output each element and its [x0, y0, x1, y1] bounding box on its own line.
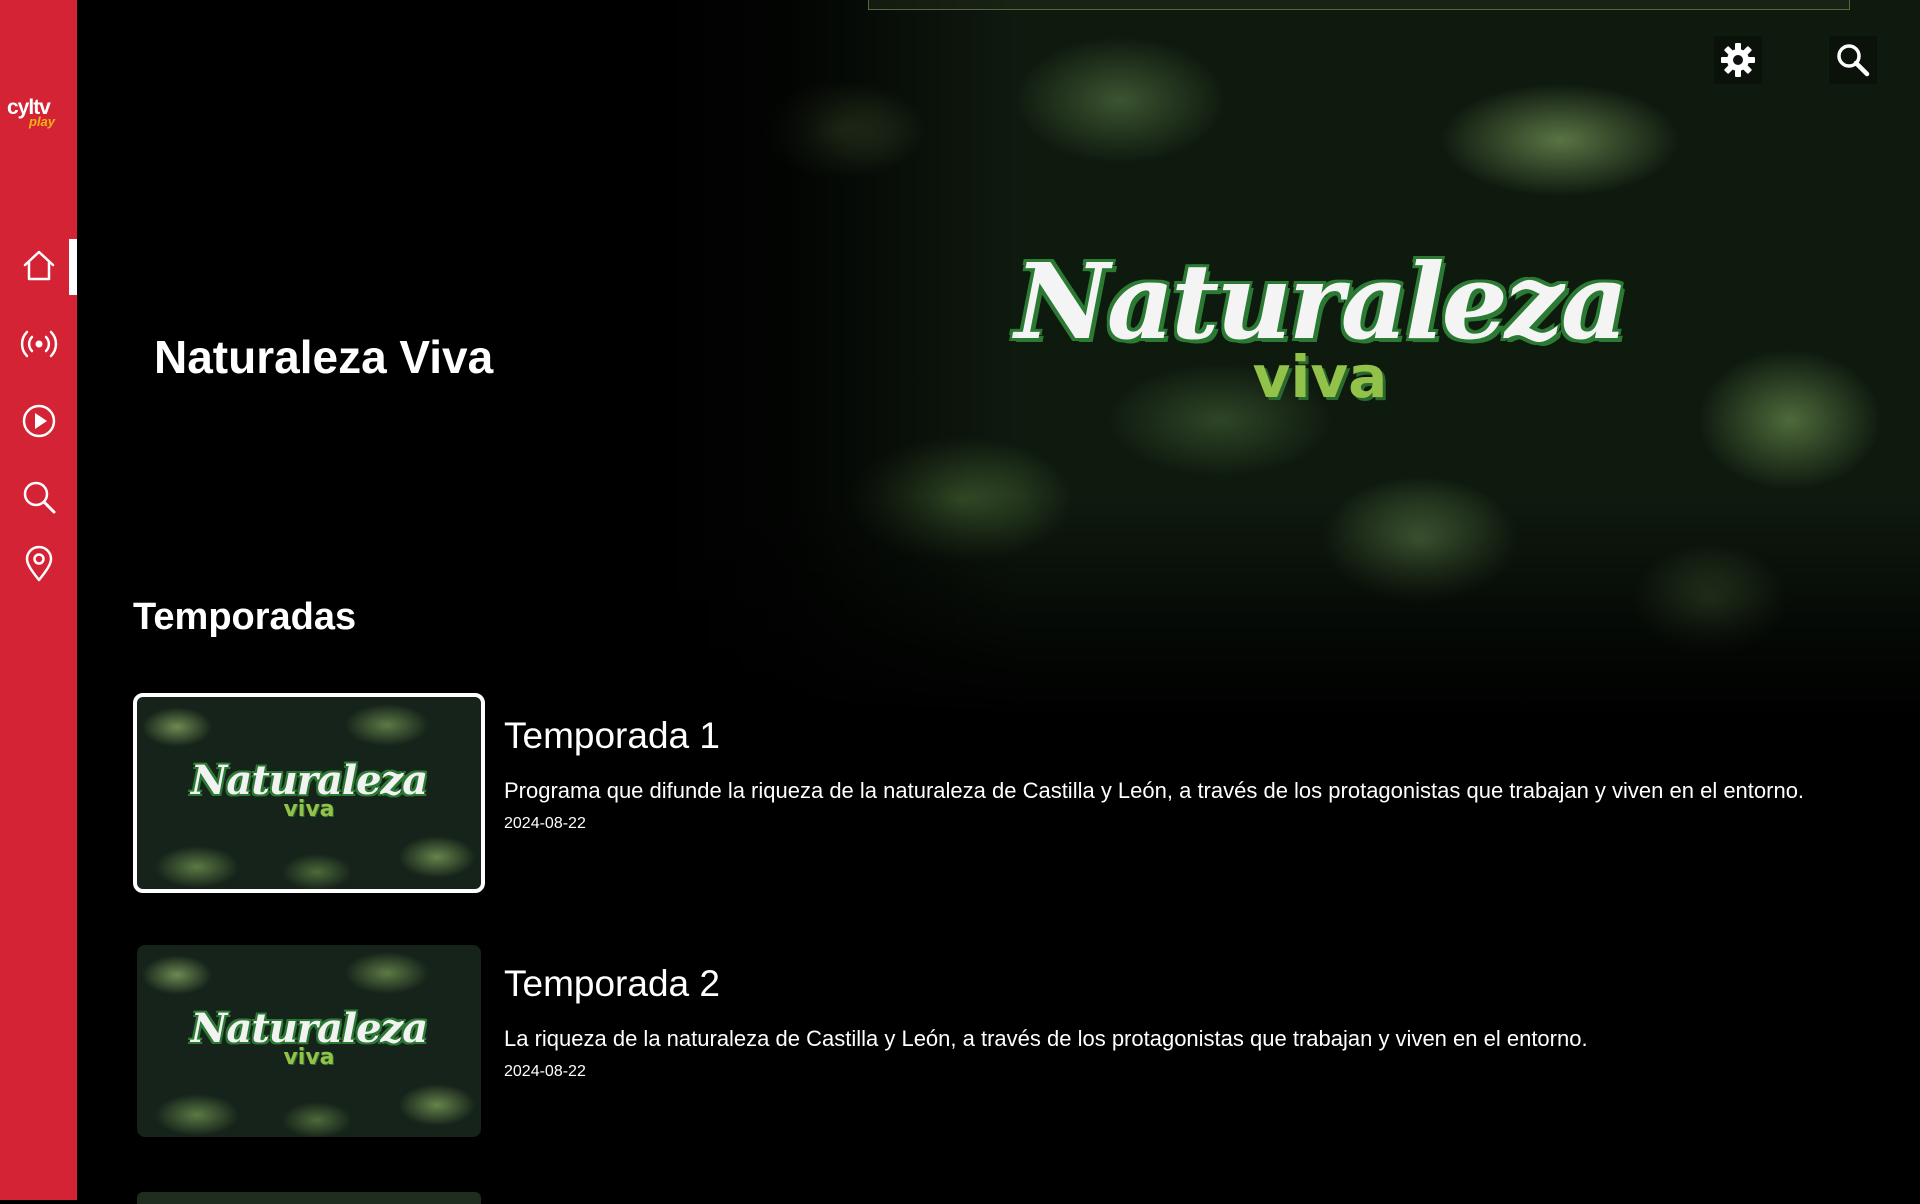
season-title: Temporada 2 [504, 963, 720, 1004]
season-title: Temporada 1 [504, 715, 720, 756]
settings-button[interactable] [1714, 36, 1762, 84]
seasons-heading: Temporadas [133, 596, 357, 638]
hero-fade-bottom [660, 495, 1920, 715]
thumbnail-logo-artwork: Naturaleza viva [137, 761, 481, 821]
sidebar-item-search[interactable] [0, 466, 77, 528]
sidebar-item-home[interactable] [0, 235, 77, 297]
season-date: 2024-08-22 [504, 1063, 586, 1080]
show-logo-artwork: Naturaleza viva [970, 240, 1670, 407]
season-description: Programa que difunde la riqueza de la na… [504, 778, 1805, 803]
season-date: 2024-08-22 [504, 815, 586, 832]
search-icon [23, 481, 55, 514]
gear-icon [1721, 43, 1755, 77]
season-info: Temporada 2 La riqueza de la naturaleza … [504, 963, 1904, 1081]
season-description: La riqueza de la naturaleza de Castilla … [504, 1026, 1588, 1051]
thumbnail-logo-sub: viva [283, 1045, 335, 1070]
season-thumbnail-partial[interactable] [137, 1192, 481, 1204]
hero-logo-word: Naturaleza [1014, 240, 1628, 363]
season-item[interactable]: Naturaleza viva Temporada 1 Programa que… [133, 693, 1804, 893]
thumbnail-logo-artwork: Naturaleza viva [137, 1009, 481, 1069]
sidebar-item-location[interactable] [0, 533, 77, 595]
hero-banner: Naturaleza viva [660, 0, 1920, 715]
play-circle-icon [22, 404, 55, 438]
season-thumbnail[interactable]: Naturaleza viva [137, 945, 481, 1137]
active-indicator [69, 239, 77, 295]
thumbnail-logo-word: Naturaleza [190, 1005, 428, 1052]
thumbnail-logo-word: Naturaleza [190, 757, 428, 804]
sidebar-item-play[interactable] [0, 390, 77, 452]
season-thumbnail[interactable]: Naturaleza viva [133, 693, 485, 893]
search-button[interactable] [1829, 36, 1877, 84]
home-icon [23, 250, 54, 281]
season-item[interactable]: Naturaleza viva Temporada 2 La riqueza d… [133, 941, 1793, 1141]
sidebar-item-live[interactable] [0, 313, 77, 375]
logo-sub-text: play [29, 114, 56, 129]
show-title: Naturaleza Viva [154, 331, 494, 383]
search-icon [1837, 44, 1870, 77]
cyltv-play-logo[interactable]: cyltv play [5, 96, 71, 132]
season-info: Temporada 1 Programa que difunde la riqu… [504, 715, 1904, 833]
thumbnail-logo-sub: viva [283, 797, 335, 822]
live-broadcast-icon [20, 330, 57, 358]
sidebar: cyltv play [0, 0, 77, 1200]
top-strip [868, 0, 1850, 10]
location-pin-icon [25, 545, 52, 582]
